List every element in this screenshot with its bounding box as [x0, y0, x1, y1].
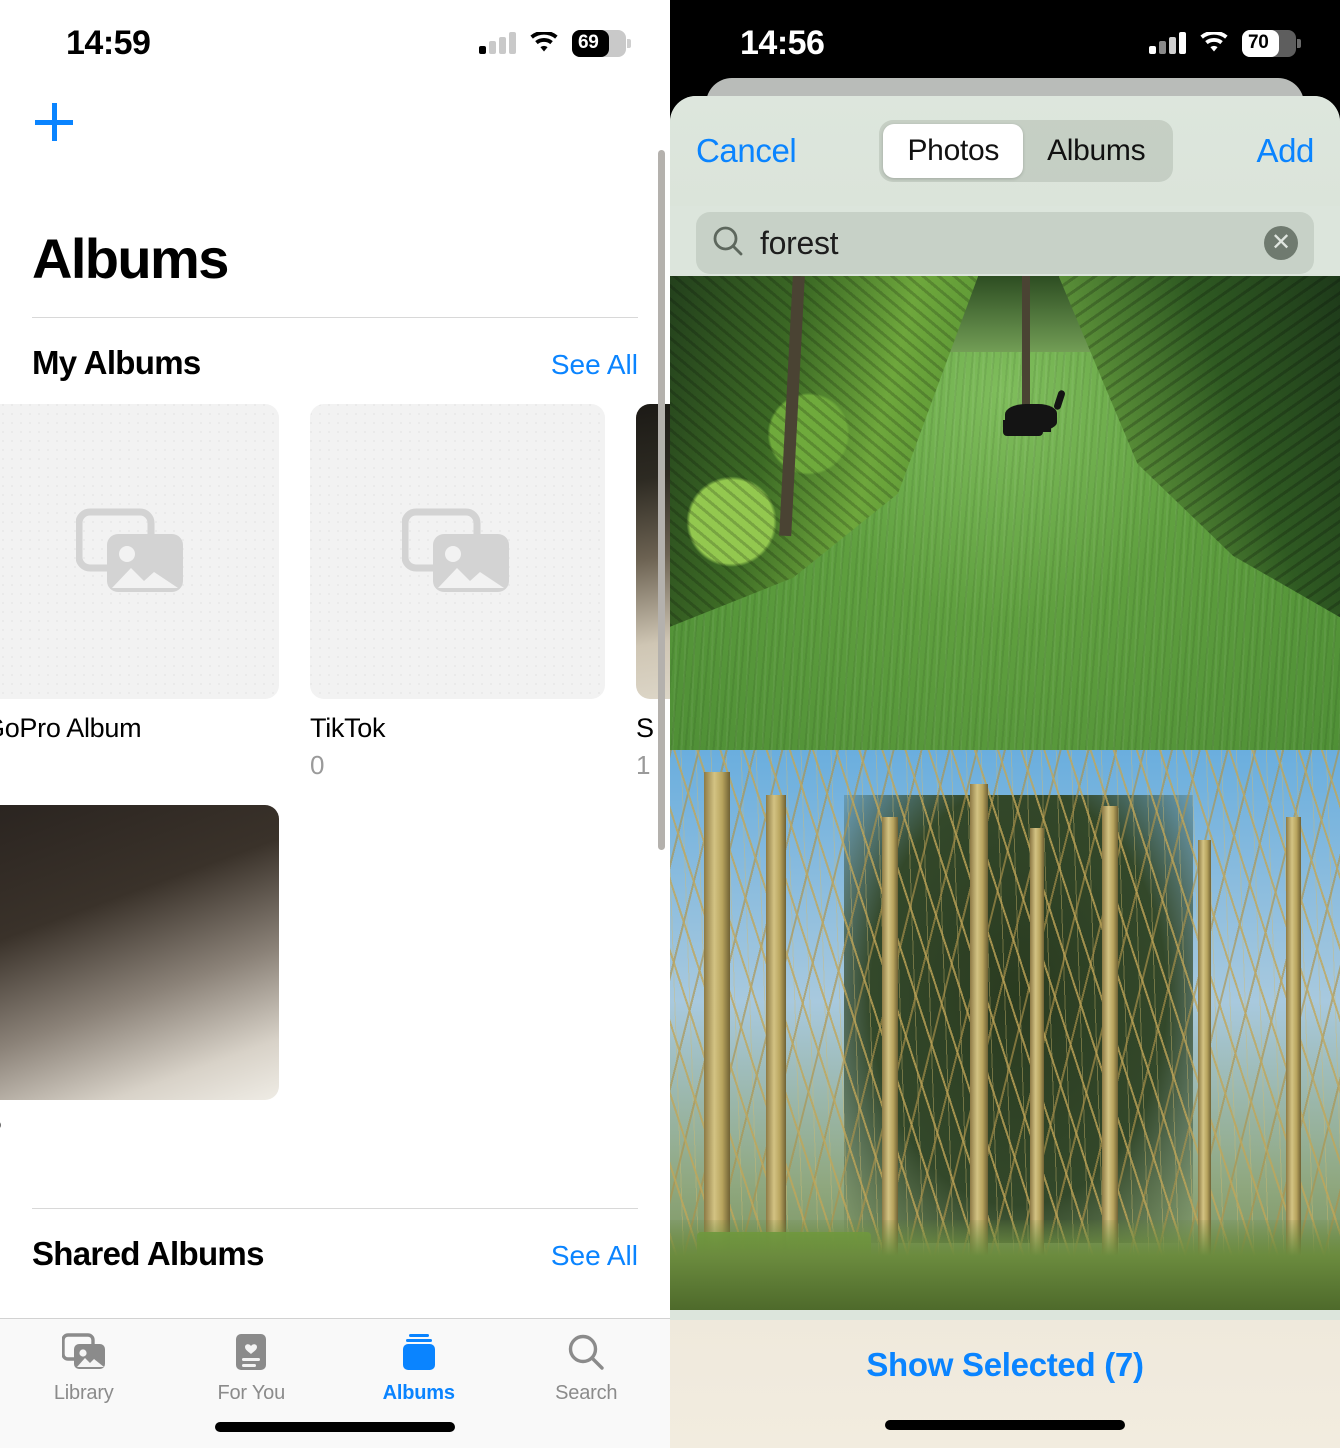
tab-for-you[interactable]: For You [168, 1333, 336, 1405]
section-header-my-albums: My Albums See All [0, 318, 670, 404]
album-count: 2 [0, 1151, 294, 1182]
search-input[interactable]: forest [760, 225, 1248, 262]
wifi-icon [529, 32, 559, 54]
section-title: My Albums [32, 344, 201, 381]
album-thumbnail [310, 404, 605, 699]
status-time: 14:56 [740, 23, 825, 62]
show-selected-button[interactable]: Show Selected (7) [866, 1346, 1144, 1384]
vertical-scrollbar[interactable] [658, 150, 665, 850]
cellular-bars-icon [1149, 32, 1186, 54]
add-button[interactable]: Add [1256, 132, 1314, 170]
plus-icon[interactable] [32, 100, 76, 144]
segment-albums[interactable]: Albums [1023, 124, 1169, 178]
tab-bar: Library For You Albums Search [0, 1318, 670, 1448]
album-name: P [0, 1114, 294, 1145]
albums-book-icon [399, 1333, 439, 1376]
section-header-shared-albums: Shared Albums See All [0, 1209, 670, 1295]
tab-label: For You [217, 1382, 286, 1404]
home-indicator [215, 1422, 455, 1432]
section-title: Shared Albums [32, 1235, 264, 1272]
photo-stack-icon [61, 1333, 106, 1376]
album-grid-wrapper: GoPro Album 0 TikTok 0 [0, 404, 670, 1182]
album-grid: GoPro Album 0 TikTok 0 [0, 404, 670, 1182]
album-count: 0 [0, 750, 294, 781]
photo-image-winter-trees [670, 750, 1340, 1310]
see-all-link-shared-albums[interactable]: See All [551, 1240, 638, 1272]
tab-label: Library [53, 1382, 114, 1404]
sheet-header: Cancel Photos Albums Add [670, 96, 1340, 206]
wifi-icon [1199, 32, 1229, 54]
photo-image-forest-path [670, 276, 1340, 750]
segment-photos[interactable]: Photos [883, 124, 1024, 178]
tab-albums[interactable]: Albums [335, 1333, 503, 1405]
album-item[interactable]: GoPro Album 0 [0, 404, 294, 781]
tab-label: Albums [382, 1382, 455, 1404]
segmented-control: Photos Albums [879, 120, 1174, 182]
search-icon [712, 225, 744, 262]
cellular-bars-icon [479, 32, 516, 54]
tab-search[interactable]: Search [503, 1333, 671, 1405]
search-field[interactable]: forest ✕ [696, 212, 1314, 274]
photo-picker-panel: 14:56 70 Cancel Photos Albums Add forest… [670, 0, 1340, 1448]
tab-label: Search [555, 1382, 618, 1404]
photo-result-item[interactable] [670, 750, 1340, 1310]
see-all-link-my-albums[interactable]: See All [551, 349, 638, 381]
album-count: 0 [310, 750, 325, 780]
album-item[interactable]: P 2 [0, 805, 294, 1182]
photo-results-list [670, 276, 1340, 1448]
status-bar-right: 14:56 70 [670, 0, 1340, 86]
navigation-bar [0, 86, 670, 158]
for-you-card-icon [234, 1333, 268, 1376]
status-time: 14:59 [66, 23, 151, 62]
clear-circle-icon[interactable]: ✕ [1264, 226, 1298, 260]
album-item[interactable]: TikTok 0 [310, 404, 620, 781]
battery-percent: 70 [1248, 32, 1269, 53]
album-name: GoPro Album [0, 713, 142, 743]
tab-library[interactable]: Library [0, 1333, 168, 1405]
battery-percent: 69 [578, 32, 599, 53]
album-thumbnail [0, 805, 279, 1100]
photos-albums-panel: 14:59 69 Albums My Albums See All oPro A… [0, 0, 670, 1448]
photo-result-item[interactable] [670, 276, 1340, 750]
photo-picker-sheet: Cancel Photos Albums Add forest ✕ Show S… [670, 96, 1340, 1448]
battery-icon: 70 [1242, 29, 1301, 57]
status-indicators: 70 [1149, 29, 1301, 57]
split-screenshot: 14:59 69 Albums My Albums See All oPro A… [0, 0, 1340, 1448]
home-indicator [885, 1420, 1125, 1430]
cancel-button[interactable]: Cancel [696, 132, 797, 170]
show-selected-bar[interactable]: Show Selected (7) [670, 1320, 1340, 1448]
album-thumbnail [0, 404, 279, 699]
battery-icon: 69 [572, 29, 631, 57]
search-icon [567, 1333, 605, 1376]
page-title: Albums [32, 227, 229, 290]
photo-stack-icon [75, 508, 183, 592]
photo-stack-icon [401, 508, 509, 592]
album-name: TikTok [310, 713, 386, 743]
status-indicators: 69 [479, 29, 631, 57]
status-bar-left: 14:59 69 [0, 0, 670, 86]
